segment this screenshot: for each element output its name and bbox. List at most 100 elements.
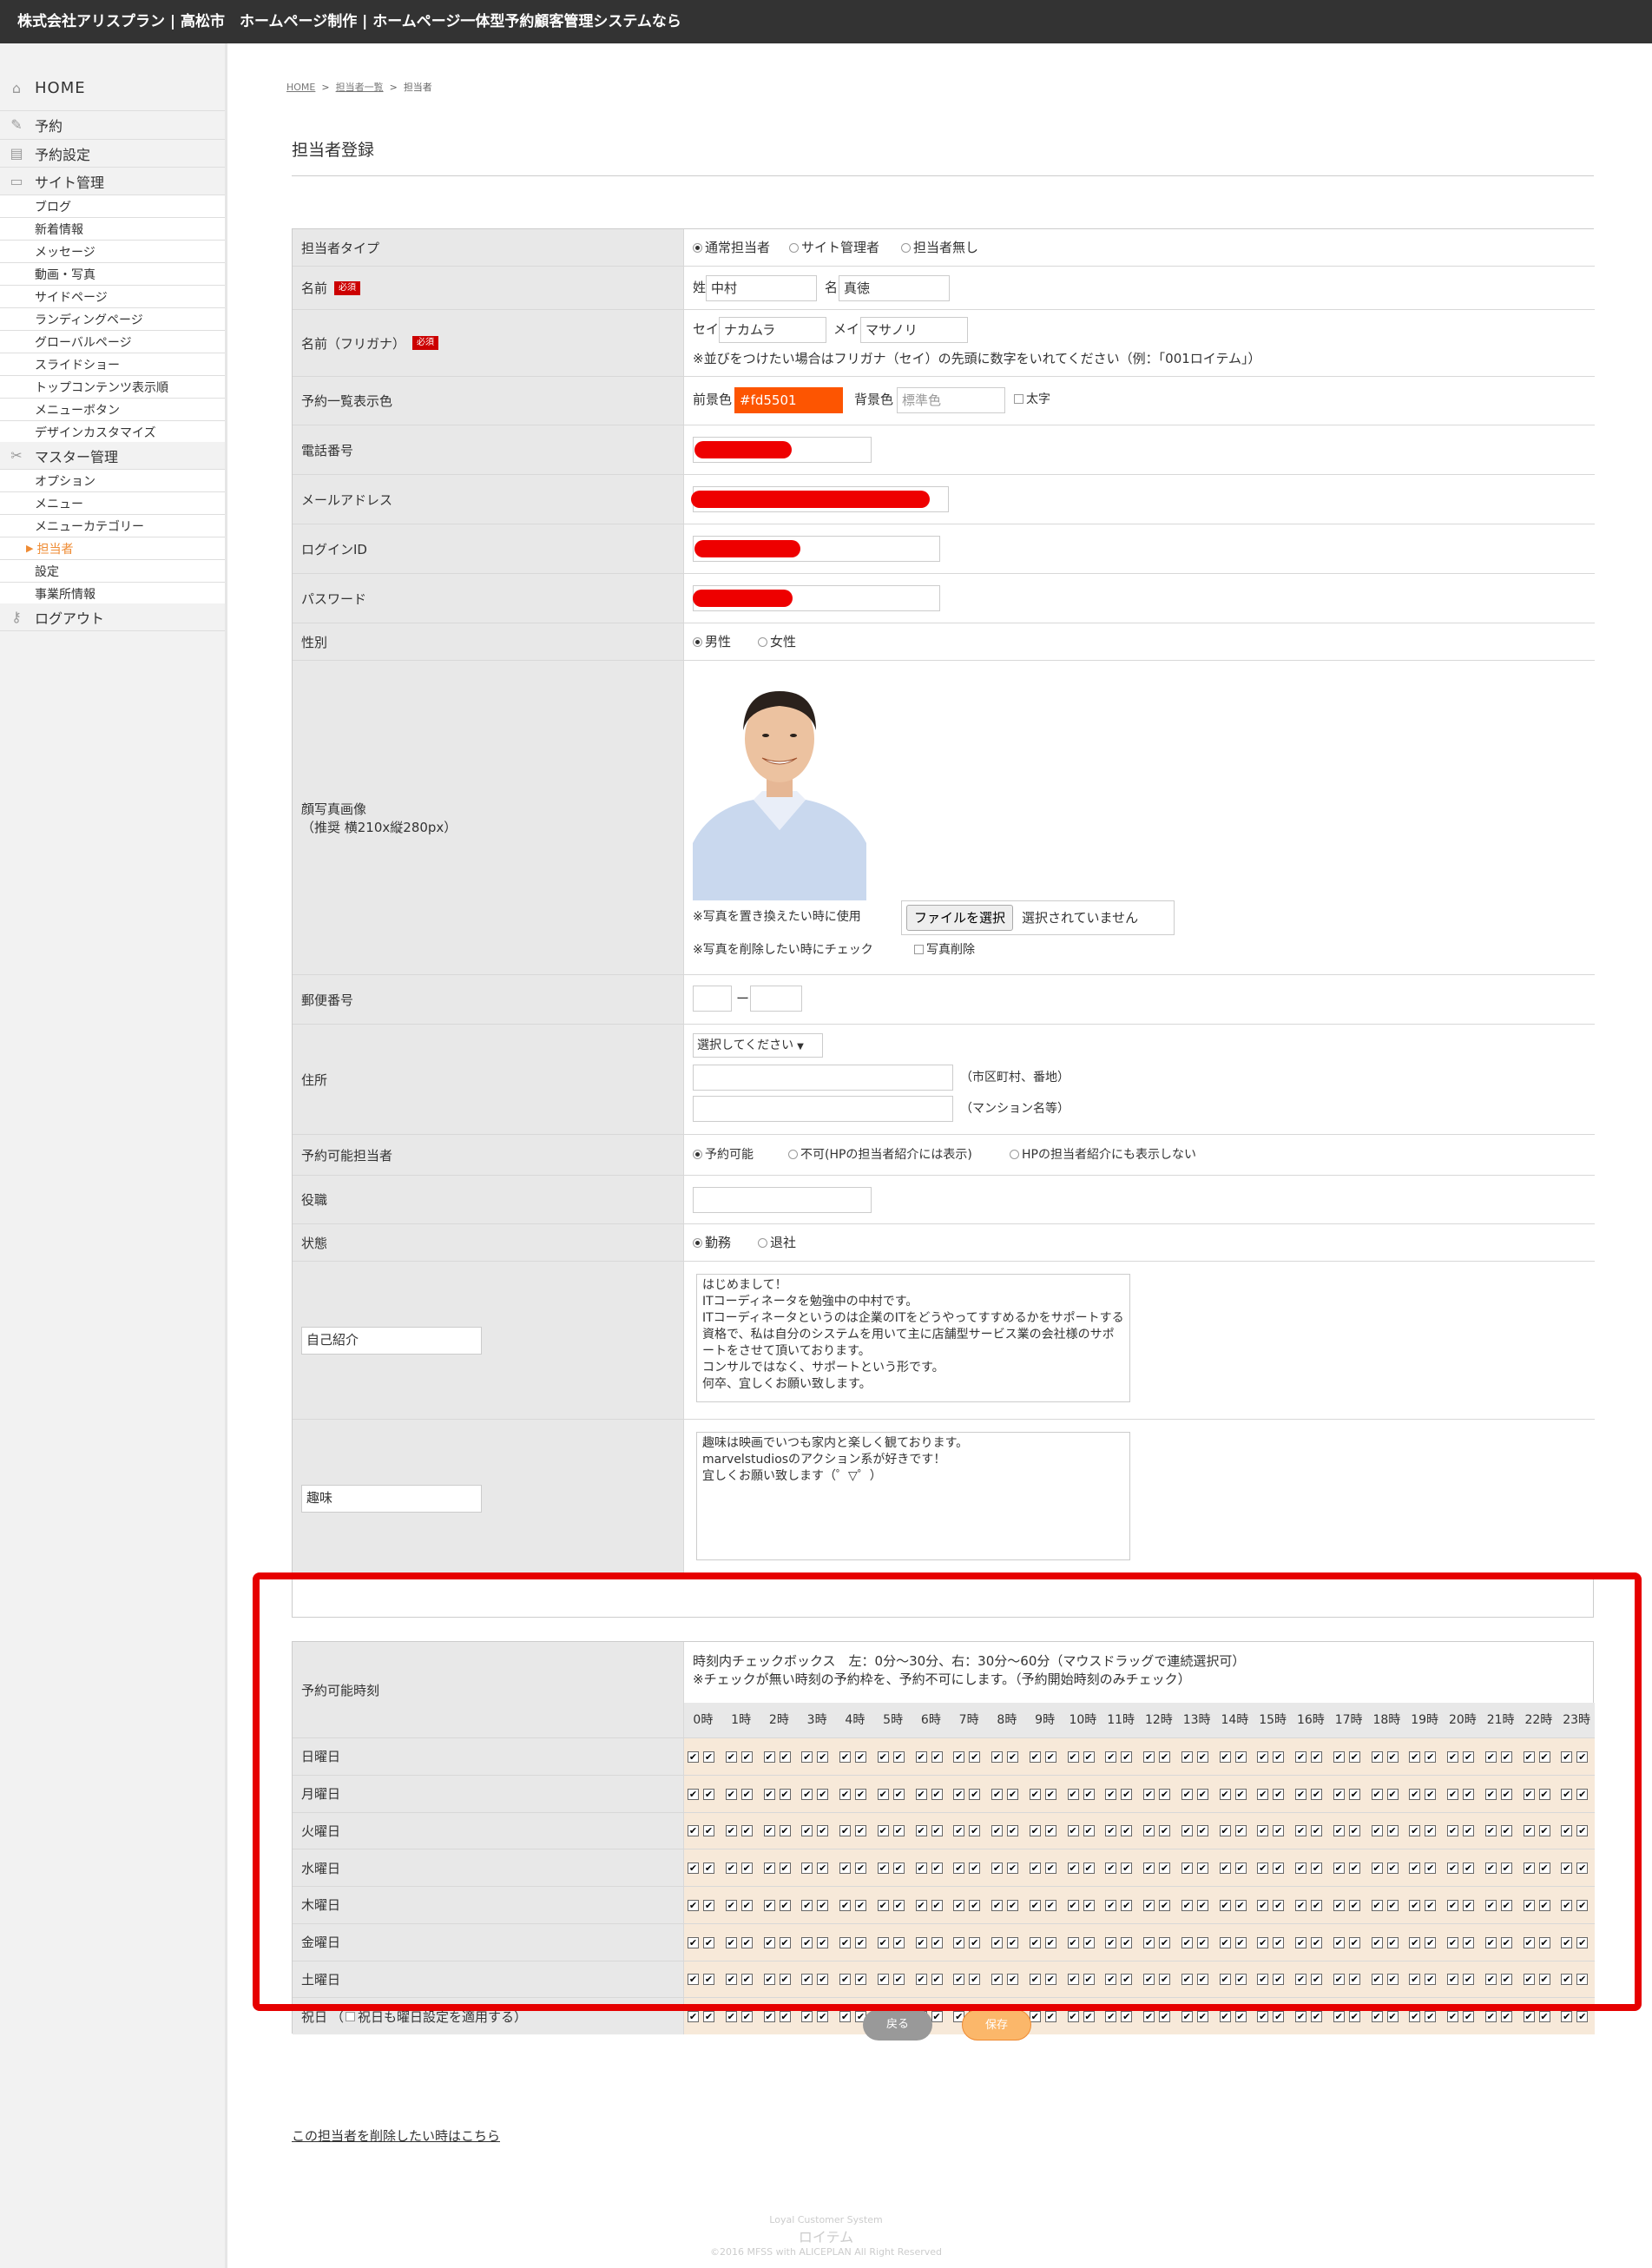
sidebar-item-site-9[interactable]: メニューボタン bbox=[0, 399, 225, 421]
time-checkbox[interactable]: ✔ bbox=[688, 2011, 699, 2023]
time-checkbox[interactable]: ✔ bbox=[1333, 2011, 1345, 2023]
time-checkbox[interactable]: ✔ bbox=[1295, 2011, 1306, 2023]
time-checkbox[interactable]: ✔ bbox=[1538, 2011, 1550, 2023]
sidebar-item-master-4[interactable]: 設定 bbox=[0, 560, 225, 583]
radio-hidden[interactable]: HPの担当者紹介にも表示しない bbox=[1010, 1146, 1196, 1164]
footer-system-name: Loyal Customer System bbox=[769, 2214, 883, 2225]
time-checkbox[interactable]: ✔ bbox=[1083, 2011, 1095, 2023]
time-checkbox[interactable]: ✔ bbox=[703, 2011, 714, 2023]
sidebar-item-site-4[interactable]: サイドページ bbox=[0, 286, 225, 308]
kana-mei-input[interactable]: マサノリ bbox=[860, 317, 968, 343]
sidebar-item-site-manage[interactable]: ▭ サイト管理 bbox=[0, 168, 225, 195]
time-checkbox[interactable]: ✔ bbox=[1257, 2011, 1269, 2023]
breadcrumb-list[interactable]: 担当者一覧 bbox=[336, 82, 384, 93]
radio-normal[interactable]: 通常担当者 bbox=[693, 239, 770, 256]
sidebar-item-master-2[interactable]: メニューカテゴリー bbox=[0, 515, 225, 537]
sei-input[interactable]: 中村 bbox=[706, 275, 817, 301]
sidebar-item-site-10[interactable]: デザインカスタマイズ bbox=[0, 421, 225, 444]
back-button[interactable]: 戻る bbox=[863, 2009, 932, 2041]
photo-delete-checkbox[interactable]: 写真削除 bbox=[914, 941, 975, 959]
breadcrumb-home[interactable]: HOME bbox=[286, 82, 315, 93]
sidebar-item-logout[interactable]: ⚷ ログアウト bbox=[0, 603, 225, 631]
intro-label-input[interactable]: 自己紹介 bbox=[301, 1326, 482, 1355]
time-checkbox[interactable]: ✔ bbox=[725, 2011, 737, 2023]
time-checkbox[interactable]: ✔ bbox=[1105, 2011, 1117, 2023]
kana-sei-input[interactable]: ナカムラ bbox=[719, 317, 826, 343]
staff-photo bbox=[693, 678, 866, 900]
file-select-button[interactable]: ファイルを選択 bbox=[906, 905, 1014, 931]
sidebar-item-master-5[interactable]: 事業所情報 bbox=[0, 583, 225, 605]
time-checkbox[interactable]: ✔ bbox=[1143, 2011, 1155, 2023]
time-checkbox[interactable]: ✔ bbox=[1067, 2011, 1079, 2023]
sidebar-item-reserve[interactable]: ✎ 予約 bbox=[0, 111, 225, 140]
time-checkbox[interactable]: ✔ bbox=[1500, 2011, 1512, 2023]
sidebar-item-site-1[interactable]: 新着情報 bbox=[0, 218, 225, 241]
radio-no-staff[interactable]: 担当者無し bbox=[901, 239, 978, 256]
time-checkbox[interactable]: ✔ bbox=[1561, 2011, 1573, 2023]
time-checkbox[interactable]: ✔ bbox=[1348, 2011, 1360, 2023]
time-checkbox[interactable]: ✔ bbox=[1196, 2011, 1208, 2023]
time-checkbox[interactable]: ✔ bbox=[1447, 2011, 1458, 2023]
time-checkbox[interactable]: ✔ bbox=[1576, 2011, 1589, 2023]
time-checkbox[interactable]: ✔ bbox=[1311, 2011, 1322, 2023]
radio-site-admin[interactable]: サイト管理者 bbox=[789, 239, 879, 256]
sidebar-item-master-3[interactable]: ▶ 担当者 bbox=[0, 537, 225, 560]
time-checkbox[interactable]: ✔ bbox=[801, 2011, 813, 2023]
postal-input-1[interactable] bbox=[693, 986, 732, 1012]
delete-staff-link[interactable]: この担当者を削除したい時はこちら bbox=[292, 2127, 500, 2145]
time-checkbox[interactable]: ✔ bbox=[839, 2011, 851, 2023]
radio-female[interactable]: 女性 bbox=[758, 633, 796, 650]
prefecture-select[interactable]: 選択してください ▼ bbox=[693, 1033, 823, 1058]
time-checkbox[interactable]: ✔ bbox=[1463, 2011, 1474, 2023]
sidebar-item-site-8[interactable]: トップコンテンツ表示順 bbox=[0, 376, 225, 399]
sidebar-item-site-0[interactable]: ブログ bbox=[0, 195, 225, 218]
mei-input[interactable]: 真徳 bbox=[839, 275, 950, 301]
time-checkbox[interactable]: ✔ bbox=[1409, 2011, 1421, 2023]
radio-retired[interactable]: 退社 bbox=[758, 1234, 796, 1251]
postal-input-2[interactable] bbox=[750, 986, 802, 1012]
address-building-input[interactable] bbox=[693, 1096, 953, 1122]
address-city-input[interactable] bbox=[693, 1065, 953, 1091]
sidebar-item-master-1[interactable]: メニュー bbox=[0, 492, 225, 515]
hobby-label-input[interactable]: 趣味 bbox=[301, 1484, 482, 1513]
time-checkbox[interactable]: ✔ bbox=[1371, 2011, 1383, 2023]
sidebar-item-site-2[interactable]: メッセージ bbox=[0, 241, 225, 263]
position-input[interactable] bbox=[693, 1187, 872, 1213]
time-checkbox[interactable]: ✔ bbox=[817, 2011, 829, 2023]
bg-color-input[interactable]: 標準色 bbox=[897, 387, 1005, 413]
time-checkbox[interactable]: ✔ bbox=[1044, 2011, 1056, 2023]
time-checkbox[interactable]: ✔ bbox=[740, 2011, 753, 2023]
radio-not-reservable[interactable]: 不可(HPの担当者紹介には表示) bbox=[788, 1146, 972, 1164]
time-checkbox[interactable]: ✔ bbox=[1386, 2011, 1399, 2023]
time-checkbox[interactable]: ✔ bbox=[1484, 2011, 1497, 2023]
sidebar-item-site-6[interactable]: グローバルページ bbox=[0, 331, 225, 353]
save-button[interactable]: 保存 bbox=[962, 2009, 1031, 2041]
time-checkbox[interactable]: ✔ bbox=[1273, 2011, 1285, 2023]
time-checkbox[interactable]: ✔ bbox=[1425, 2011, 1437, 2023]
holiday-apply-checkbox[interactable] bbox=[346, 2011, 356, 2021]
radio-male[interactable]: 男性 bbox=[693, 633, 731, 650]
sidebar-item-reserve-settings[interactable]: ▤ 予約設定 bbox=[0, 140, 225, 168]
radio-reservable[interactable]: 予約可能 bbox=[693, 1146, 754, 1164]
fg-color-input[interactable]: #fd5501 bbox=[734, 387, 843, 413]
sidebar-item-master-0[interactable]: オプション bbox=[0, 470, 225, 492]
time-checkbox[interactable]: ✔ bbox=[1181, 2011, 1193, 2023]
time-checkbox[interactable]: ✔ bbox=[1219, 2011, 1231, 2023]
bold-checkbox[interactable]: 太字 bbox=[1014, 391, 1050, 408]
time-checkbox[interactable]: ✔ bbox=[1121, 2011, 1133, 2023]
time-checkbox[interactable]: ✔ bbox=[931, 2011, 943, 2023]
sidebar-item-master-manage[interactable]: ✂ マスター管理 bbox=[0, 442, 225, 470]
sidebar-item-home[interactable]: ⌂ HOME bbox=[0, 66, 225, 111]
hobby-textarea[interactable]: 趣味は映画でいつも家内と楽しく観ております。 marvelstudiosのアクシ… bbox=[696, 1432, 1130, 1560]
time-checkbox[interactable]: ✔ bbox=[1029, 2011, 1041, 2023]
time-checkbox[interactable]: ✔ bbox=[779, 2011, 791, 2023]
sidebar-item-site-3[interactable]: 動画・写真 bbox=[0, 263, 225, 286]
time-checkbox[interactable]: ✔ bbox=[1523, 2011, 1535, 2023]
sidebar-item-site-7[interactable]: スライドショー bbox=[0, 353, 225, 376]
time-checkbox[interactable]: ✔ bbox=[1234, 2011, 1247, 2023]
time-checkbox[interactable]: ✔ bbox=[1159, 2011, 1170, 2023]
intro-textarea[interactable]: はじめまして！ ITコーディネータを勉強中の中村です。 ITコーディネータという… bbox=[696, 1274, 1130, 1402]
time-checkbox[interactable]: ✔ bbox=[763, 2011, 775, 2023]
radio-working[interactable]: 勤務 bbox=[693, 1234, 731, 1251]
sidebar-item-site-5[interactable]: ランディングページ bbox=[0, 308, 225, 331]
